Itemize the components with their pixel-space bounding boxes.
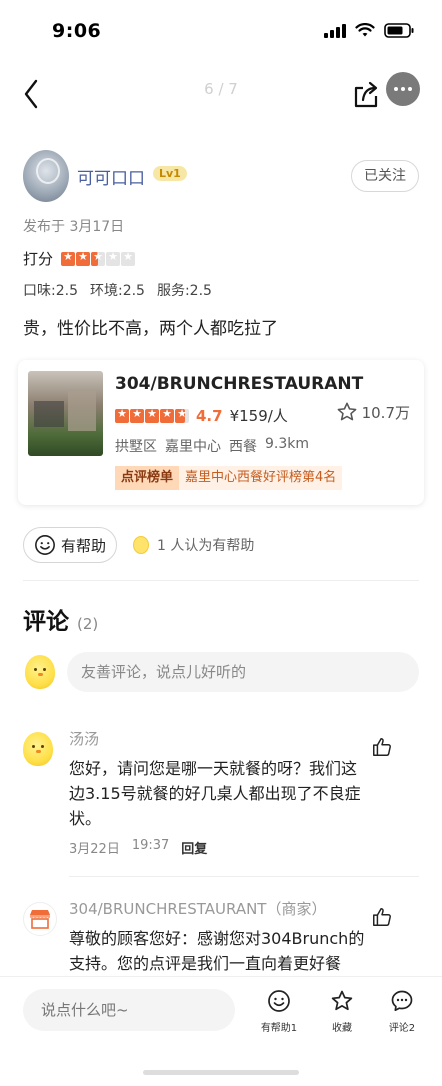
shop-avatar	[23, 902, 57, 936]
bottom-comment-input[interactable]: 说点什么吧~	[23, 989, 235, 1031]
star-outline-icon	[331, 990, 353, 1011]
comment-item: 304/BRUNCHRESTAURANT（商家） 尊敬的顾客您好：感谢您对304…	[23, 898, 419, 978]
avatar[interactable]	[23, 150, 69, 202]
helpful-row: 有帮助 1 人认为有帮助	[23, 527, 254, 563]
thumbs-up-icon[interactable]	[371, 906, 393, 928]
shop-category: 西餐	[229, 439, 257, 455]
comment-input-row: 友善评论，说点儿好听的	[23, 652, 419, 692]
helpful-action-label: 有帮助1	[260, 1023, 298, 1034]
level-badge: Lv1	[153, 166, 187, 181]
shop-favorite-button[interactable]: 10.7万	[336, 401, 410, 423]
star-icon	[121, 250, 136, 266]
author-row: 可可口口 Lv1 已关注	[23, 150, 419, 202]
signal-icon	[324, 22, 346, 38]
favorite-button[interactable]: 收藏	[314, 989, 370, 1034]
comment-button[interactable]: 评论2	[374, 989, 430, 1034]
score-stars	[61, 250, 136, 266]
star-icon	[91, 250, 106, 266]
comment-input[interactable]: 友善评论，说点儿好听的	[67, 652, 419, 692]
battery-icon	[384, 22, 414, 38]
subscore-taste: 口味:2.5	[23, 283, 78, 299]
star-icon	[145, 407, 159, 423]
status-bar: 9:06	[0, 0, 442, 64]
more-dot	[394, 87, 398, 91]
chick-avatar-icon	[133, 536, 149, 554]
divider	[23, 580, 419, 581]
score-row: 打分	[23, 248, 136, 269]
shop-meta: 拱墅区 嘉里中心 西餐 9.3km	[115, 436, 309, 456]
more-dot	[401, 87, 405, 91]
divider	[69, 876, 419, 877]
helpful-action-button[interactable]: 有帮助1	[251, 989, 307, 1034]
comment-count-label: 评论2	[388, 1023, 416, 1034]
star-icon	[106, 250, 121, 266]
star-icon	[175, 407, 189, 423]
thumbs-up-icon[interactable]	[371, 736, 393, 758]
shop-district: 拱墅区	[115, 439, 157, 455]
comment-date: 3月22日	[69, 842, 120, 857]
subscore-service: 服务:2.5	[156, 283, 212, 299]
comment-bubble-icon	[391, 990, 413, 1012]
smile-icon	[35, 535, 55, 555]
star-icon	[76, 250, 91, 266]
shop-rank[interactable]: 点评榜单 嘉里中心西餐好评榜第4名	[115, 466, 343, 490]
shop-rating: 4.7	[196, 406, 223, 425]
wifi-icon	[355, 22, 375, 36]
more-options-button[interactable]	[386, 72, 420, 106]
follow-button[interactable]: 已关注	[351, 160, 419, 192]
review-text: 贵，性价比不高，两个人都吃拉了	[23, 319, 278, 339]
share-icon	[354, 81, 378, 108]
comment-time: 19:37	[131, 838, 170, 853]
comment-item: 汤汤 您好，请问您是哪一天就餐的呀？我们这边3.15号就餐的好几桌人都出现了不良…	[23, 728, 419, 858]
user-avatar-icon	[25, 655, 55, 689]
chick-avatar-icon	[23, 732, 53, 766]
star-outline-icon	[337, 402, 356, 421]
subscores: 口味:2.5 环境:2.5 服务:2.5	[23, 280, 212, 300]
rank-tag: 点评榜单	[115, 466, 180, 490]
nav-bar: 6 / 7	[0, 64, 442, 124]
star-icon	[115, 407, 129, 423]
comments-header: 评论 (2)	[23, 602, 98, 636]
shop-card[interactable]: 304/BRUNCHRESTAURANT 4.7 ¥159/人 10.7万 拱墅…	[18, 360, 424, 505]
status-icons	[324, 22, 414, 38]
helpful-label: 有帮助	[60, 536, 106, 555]
favorite-label: 收藏	[332, 1023, 352, 1034]
shop-distance: 9.3km	[265, 436, 310, 452]
star-icon	[130, 407, 144, 423]
star-icon	[61, 250, 76, 266]
home-indicator	[143, 1070, 299, 1075]
smile-icon	[268, 990, 290, 1012]
comment-text: 尊敬的顾客您好：感谢您对304Brunch的支持。您的点评是我们一直向着更好餐	[69, 929, 365, 973]
comments-count: (2)	[77, 615, 99, 633]
share-button[interactable]	[350, 76, 382, 112]
shop-stars	[115, 407, 189, 423]
subscore-environment: 环境:2.5	[89, 283, 145, 299]
shop-favorites-count: 10.7万	[361, 403, 410, 422]
helpful-button[interactable]: 有帮助	[23, 527, 117, 563]
comment-meta: 3月22日 19:37 回复	[69, 838, 207, 857]
comment-user[interactable]: 汤汤	[69, 728, 99, 749]
reply-button[interactable]: 回复	[181, 838, 207, 857]
comment-user[interactable]: 304/BRUNCHRESTAURANT（商家）	[69, 898, 326, 919]
status-time: 9:06	[52, 20, 102, 42]
shop-rating-row: 4.7 ¥159/人	[115, 405, 288, 426]
commenter-avatar[interactable]	[23, 902, 57, 936]
author-name[interactable]: 可可口口	[77, 164, 145, 189]
score-label: 打分	[23, 250, 54, 268]
helpful-count: 1 人认为有帮助	[133, 535, 254, 555]
shop-area: 嘉里中心	[165, 439, 221, 455]
storefront-icon	[30, 910, 50, 929]
publish-time: 发布于 3月17日	[23, 219, 125, 235]
rank-text: 嘉里中心西餐好评榜第4名	[179, 466, 343, 490]
comments-title: 评论	[23, 609, 69, 635]
more-dot	[408, 87, 412, 91]
comment-text: 您好，请问您是哪一天就餐的呀？我们这边3.15号就餐的好几桌人都出现了不良症状。	[69, 759, 361, 828]
shop-name: 304/BRUNCHRESTAURANT	[115, 374, 364, 394]
helpful-count-text: 1 人认为有帮助	[157, 538, 255, 554]
shop-image	[28, 371, 103, 456]
shop-price: ¥159/人	[229, 407, 288, 425]
star-icon	[160, 407, 174, 423]
